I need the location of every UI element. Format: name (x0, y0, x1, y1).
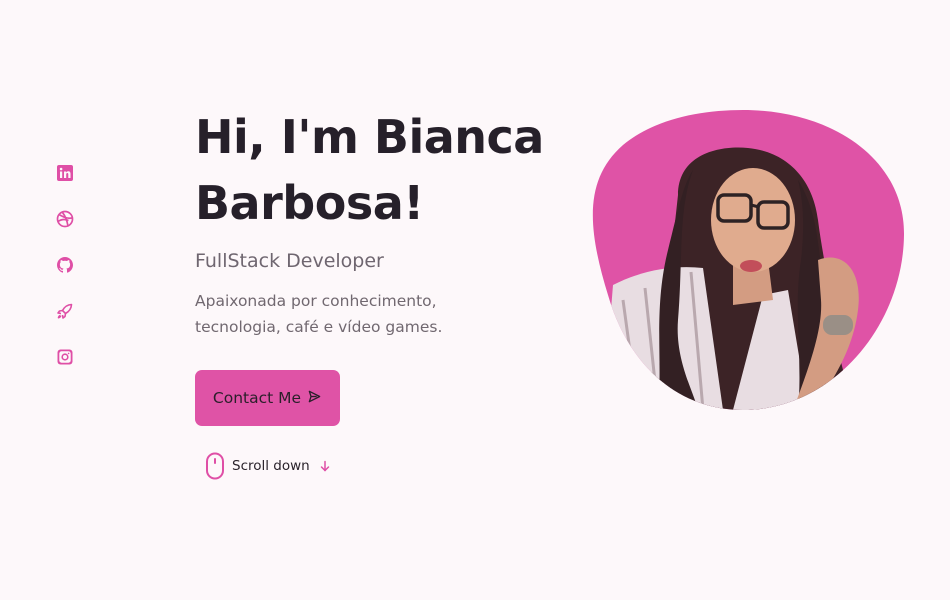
dribbble-link[interactable] (55, 209, 75, 229)
title-line-1: Hi, I'm Bianca (195, 110, 544, 164)
page-title: Hi, I'm Bianca Barbosa! (195, 104, 555, 236)
scroll-down-label: Scroll down (232, 458, 310, 474)
instagram-link[interactable] (55, 347, 75, 367)
description: Apaixonada por conhecimento, tecnologia,… (195, 292, 443, 336)
profile-blob (583, 110, 905, 410)
linkedin-link[interactable] (55, 163, 75, 183)
dribbble-icon (55, 209, 75, 229)
send-icon (307, 389, 322, 408)
linkedin-icon (55, 163, 75, 183)
github-link[interactable] (55, 255, 75, 275)
github-icon (55, 255, 75, 275)
rocket-icon (55, 301, 75, 321)
contact-me-button[interactable]: Contact Me (195, 370, 340, 426)
social-links (55, 163, 75, 393)
profile-image (592, 110, 905, 410)
contact-me-label: Contact Me (212, 389, 302, 407)
subtitle: FullStack Developer (195, 250, 384, 272)
instagram-icon (55, 347, 75, 367)
scroll-down-link[interactable]: Scroll down (205, 452, 331, 480)
rocket-link[interactable] (55, 301, 75, 321)
arrow-down-icon (310, 460, 331, 472)
mouse-icon (205, 452, 225, 480)
title-line-2: Barbosa! (195, 176, 424, 230)
